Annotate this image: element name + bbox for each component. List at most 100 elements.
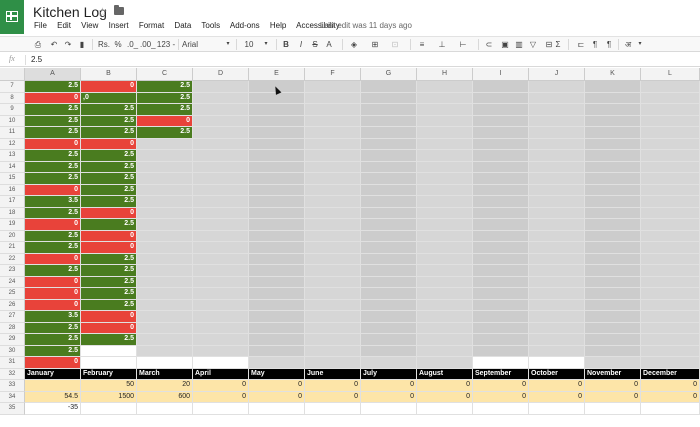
cell-b13[interactable]: 2.5 <box>81 150 137 162</box>
horizontal-align-icon[interactable]: ≡ <box>416 38 428 51</box>
row-header-31[interactable]: 31 <box>0 357 25 369</box>
cell-d12[interactable] <box>193 138 249 150</box>
cell-i15[interactable] <box>473 173 529 185</box>
spreadsheet-grid[interactable]: A B C D E F G H I J K L 7 2.5 0 2.5 8 0,0 2.5 9 2.5 2.5 2.5 10 2… <box>0 68 700 427</box>
cell-l21[interactable] <box>641 242 700 254</box>
cell-f33[interactable]: 0 <box>305 380 361 392</box>
cell-e33[interactable]: 0 <box>249 380 305 392</box>
column-header-d[interactable]: D <box>193 68 249 81</box>
cell-e19[interactable] <box>249 219 305 231</box>
cell-b22[interactable]: 2.5 <box>81 253 137 265</box>
cell-j28[interactable] <box>529 322 585 334</box>
row-header-33[interactable]: 33 <box>0 380 25 392</box>
percent-format-button[interactable]: % <box>114 38 122 51</box>
cell-l20[interactable] <box>641 230 700 242</box>
cell-j10[interactable] <box>529 115 585 127</box>
row-header-23[interactable]: 23 <box>0 265 25 277</box>
folder-icon[interactable] <box>114 5 124 15</box>
cell-h8[interactable] <box>417 92 473 104</box>
cell-g25[interactable] <box>361 288 417 300</box>
cell-i9[interactable] <box>473 104 529 116</box>
cell-a19[interactable]: 0 <box>25 219 81 231</box>
cell-k31[interactable] <box>585 357 641 369</box>
cell-d30[interactable] <box>193 345 249 357</box>
cell-h11[interactable] <box>417 127 473 139</box>
increase-decimal-button[interactable]: .00_ <box>140 38 156 51</box>
cell-c31[interactable] <box>137 357 193 369</box>
month-header-may[interactable]: May <box>249 368 305 380</box>
cell-c12[interactable] <box>137 138 193 150</box>
italic-button[interactable]: I <box>296 38 306 51</box>
vertical-align-icon[interactable]: ⊥ <box>436 38 448 51</box>
cell-b19[interactable]: 2.5 <box>81 219 137 231</box>
cell-c10[interactable]: 0 <box>137 115 193 127</box>
column-header-b[interactable]: B <box>81 68 137 81</box>
cell-f13[interactable] <box>305 150 361 162</box>
cell-c33[interactable]: 20 <box>137 380 193 392</box>
cell-a16[interactable]: 0 <box>25 184 81 196</box>
cell-f20[interactable] <box>305 230 361 242</box>
cell-d29[interactable] <box>193 334 249 346</box>
row-header-20[interactable]: 20 <box>0 230 25 242</box>
row-header-34[interactable]: 34 <box>0 391 25 403</box>
font-family-select[interactable]: Arial <box>182 38 228 51</box>
cell-l23[interactable] <box>641 265 700 277</box>
month-header-october[interactable]: October <box>529 368 585 380</box>
font-size-select[interactable]: 10 <box>242 38 256 51</box>
text-wrapping-icon[interactable]: ⊢ <box>456 38 470 51</box>
text-color-button[interactable]: A <box>324 38 334 51</box>
cell-c24[interactable] <box>137 276 193 288</box>
cell-l15[interactable] <box>641 173 700 185</box>
row-header-27[interactable]: 27 <box>0 311 25 323</box>
month-header-september[interactable]: September <box>473 368 529 380</box>
cell-h10[interactable] <box>417 115 473 127</box>
row-header-8[interactable]: 8 <box>0 92 25 104</box>
strikethrough-button[interactable]: S <box>310 38 320 51</box>
cell-i12[interactable] <box>473 138 529 150</box>
cell-b15[interactable]: 2.5 <box>81 173 137 185</box>
row-header-21[interactable]: 21 <box>0 242 25 254</box>
cell-k18[interactable] <box>585 207 641 219</box>
cell-k10[interactable] <box>585 115 641 127</box>
cell-g16[interactable] <box>361 184 417 196</box>
cell-i30[interactable] <box>473 345 529 357</box>
cell-f22[interactable] <box>305 253 361 265</box>
column-header-e[interactable]: E <box>249 68 305 81</box>
cell-a17[interactable]: 3.5 <box>25 196 81 208</box>
cell-d24[interactable] <box>193 276 249 288</box>
cell-a27[interactable]: 3.5 <box>25 311 81 323</box>
print-icon[interactable]: ⎙ <box>33 38 43 51</box>
row-header-18[interactable]: 18 <box>0 207 25 219</box>
cell-l9[interactable] <box>641 104 700 116</box>
cell-h7[interactable] <box>417 81 473 93</box>
cell-l27[interactable] <box>641 311 700 323</box>
cell-d17[interactable] <box>193 196 249 208</box>
cell-d28[interactable] <box>193 322 249 334</box>
cell-l12[interactable] <box>641 138 700 150</box>
cell-j19[interactable] <box>529 219 585 231</box>
column-header-f[interactable]: F <box>305 68 361 81</box>
cell-h26[interactable] <box>417 299 473 311</box>
cell-f35[interactable] <box>305 403 361 415</box>
cell-d9[interactable] <box>193 104 249 116</box>
cell-h35[interactable] <box>417 403 473 415</box>
cell-h19[interactable] <box>417 219 473 231</box>
cell-h15[interactable] <box>417 173 473 185</box>
merge-cells-icon[interactable]: ⊡ <box>389 38 401 51</box>
row-header-13[interactable]: 13 <box>0 150 25 162</box>
cell-f29[interactable] <box>305 334 361 346</box>
cell-e21[interactable] <box>249 242 305 254</box>
cell-i28[interactable] <box>473 322 529 334</box>
cell-j35[interactable] <box>529 403 585 415</box>
cell-j9[interactable] <box>529 104 585 116</box>
cell-j14[interactable] <box>529 161 585 173</box>
cell-g30[interactable] <box>361 345 417 357</box>
cell-b7[interactable]: 0 <box>81 81 137 93</box>
cell-k28[interactable] <box>585 322 641 334</box>
cell-j31[interactable] <box>529 357 585 369</box>
cell-j16[interactable] <box>529 184 585 196</box>
cell-l24[interactable] <box>641 276 700 288</box>
cell-g12[interactable] <box>361 138 417 150</box>
cell-b28[interactable]: 0 <box>81 322 137 334</box>
cell-j27[interactable] <box>529 311 585 323</box>
